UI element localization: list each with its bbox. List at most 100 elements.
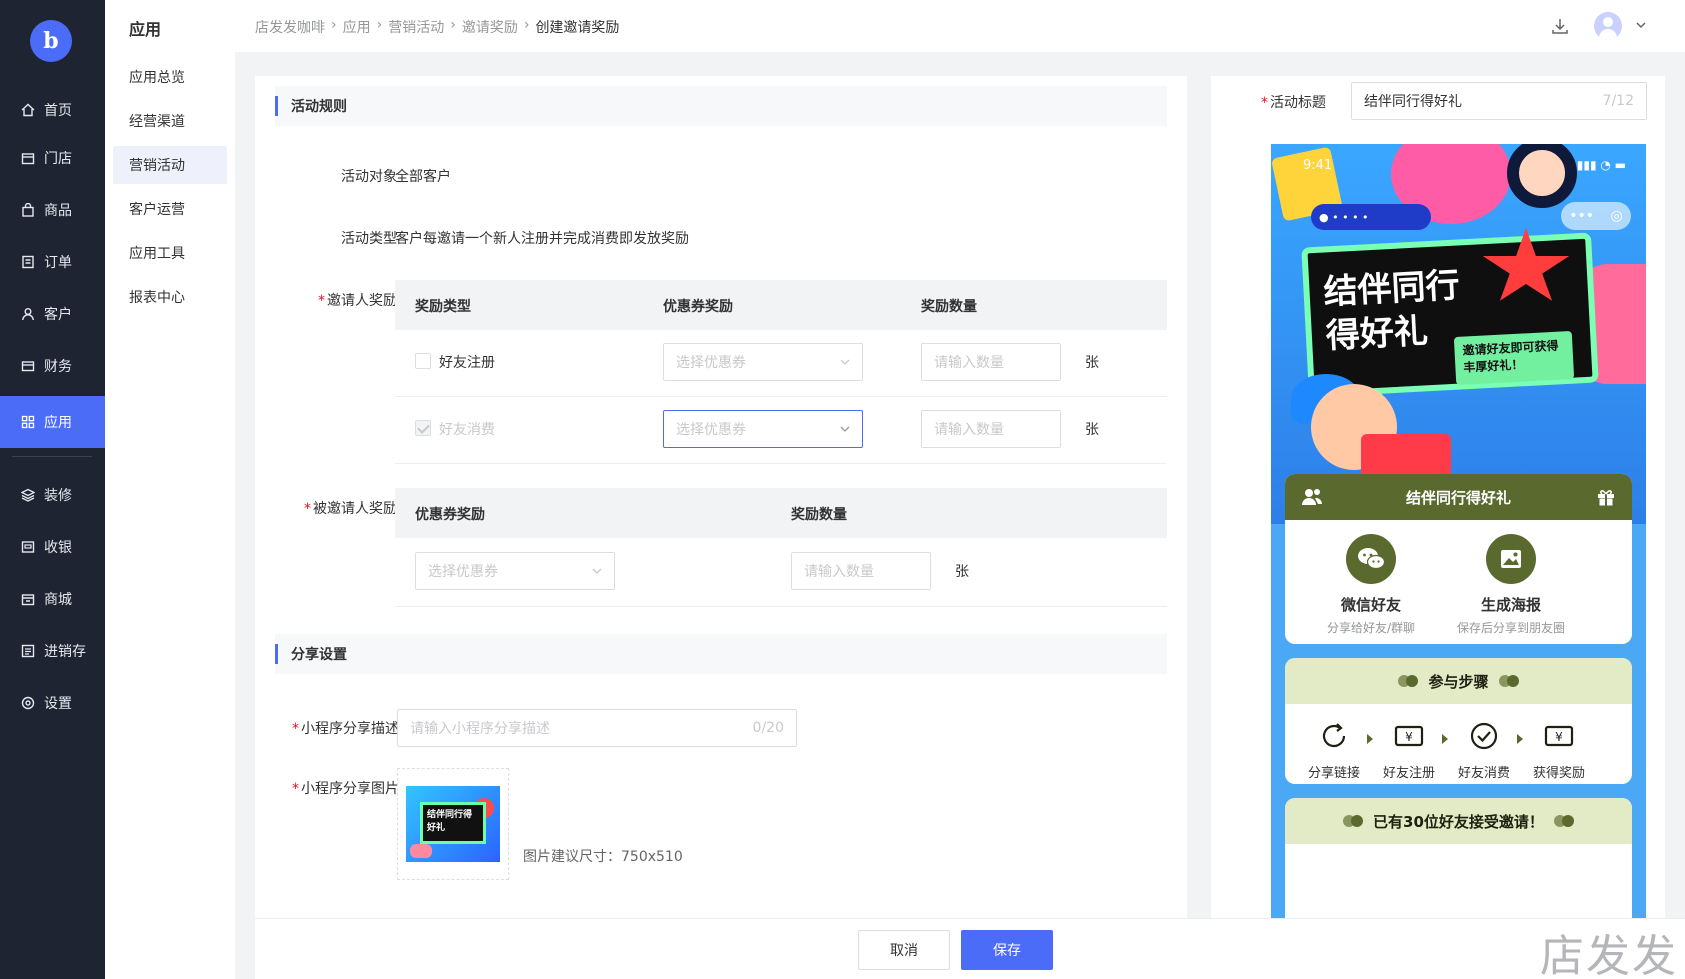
unit-label: 张	[955, 564, 969, 580]
breadcrumb-item[interactable]: 店发发咖啡	[255, 17, 325, 37]
nav-label: 门店	[44, 151, 72, 167]
subnav-item-tools[interactable]: 应用工具	[113, 234, 227, 272]
home-icon	[20, 102, 36, 118]
target-label: 活动对象	[341, 169, 397, 185]
th-reward-type: 奖励类型	[415, 299, 471, 315]
nav-item-goods[interactable]: 商品	[0, 184, 105, 236]
subnav-item-overview[interactable]: 应用总览	[113, 58, 227, 96]
nav-label: 商品	[44, 203, 72, 219]
required-mark: *	[304, 501, 311, 517]
subnav-item-marketing[interactable]: 营销活动	[113, 146, 227, 184]
qty-input-consume[interactable]: 请输入数量	[921, 410, 1061, 448]
nav-item-finance[interactable]: 财务	[0, 340, 105, 392]
footer-bar: 取消 保存	[255, 918, 1685, 979]
step-label: 分享链接	[1307, 766, 1360, 781]
share-option-wechat[interactable]: 微信好友 分享给好友/群聊	[1301, 534, 1441, 636]
gift-icon	[1598, 490, 1614, 506]
save-button[interactable]: 保存	[961, 930, 1053, 970]
nav-label: 应用	[44, 415, 72, 431]
status-icons: ▮▮▮ ◔ ▬	[1576, 158, 1626, 172]
nav-item-apps[interactable]: 应用	[0, 396, 105, 448]
sub-nav: 应用 应用总览 经营渠道 营销活动 客户运营 应用工具 报表中心	[105, 0, 235, 979]
breadcrumb-item[interactable]: 营销活动	[388, 17, 444, 37]
subnav-item-customer-ops[interactable]: 客户运营	[113, 190, 227, 228]
cancel-button[interactable]: 取消	[858, 930, 950, 970]
unit-label: 张	[1085, 355, 1099, 371]
share-option-title: 生成海报	[1480, 596, 1541, 614]
nav-item-customers[interactable]: 客户	[0, 288, 105, 340]
chevron-down-icon[interactable]	[1634, 18, 1648, 32]
step-get-reward: ¥ 获得奖励	[1524, 720, 1594, 781]
th-reward-qty: 奖励数量	[791, 507, 847, 523]
input-placeholder: 请输入数量	[804, 564, 874, 580]
layers-icon	[20, 487, 36, 503]
check-circle-icon	[1470, 722, 1498, 750]
required-mark: *	[1261, 95, 1268, 111]
nav-item-settings[interactable]: 设置	[0, 677, 105, 729]
inviter-reward-label: * 邀请人奖励	[275, 290, 397, 310]
chevron-down-icon	[840, 426, 850, 432]
coupon-select-register[interactable]: 选择优惠券	[663, 343, 863, 381]
inviter-label-text: 邀请人奖励	[327, 293, 397, 309]
invite-header: 已有30位好友接受邀请！	[1285, 798, 1632, 844]
friend-consume-checkbox[interactable]	[415, 420, 431, 436]
nav-item-orders[interactable]: 订单	[0, 236, 105, 288]
step-arrow-icon	[1517, 734, 1523, 744]
chevron-down-icon	[840, 359, 850, 365]
watermark: 店发发	[1540, 931, 1678, 979]
required-mark: *	[318, 293, 325, 309]
input-placeholder: 请输入数量	[934, 355, 1004, 371]
nav-label: 首页	[44, 103, 72, 119]
steps-title: 参与步骤	[1428, 672, 1489, 691]
nav-item-mall[interactable]: 商城	[0, 573, 105, 625]
nav-item-inventory[interactable]: 进销存	[0, 625, 105, 677]
invite-count-card: 已有30位好友接受邀请！	[1285, 798, 1632, 918]
download-icon[interactable]	[1550, 16, 1570, 36]
qty-input-register[interactable]: 请输入数量	[921, 343, 1061, 381]
th-coupon-reward: 优惠券奖励	[663, 299, 733, 315]
cashier-icon	[20, 539, 36, 555]
breadcrumb-item[interactable]: 邀请奖励	[462, 17, 518, 37]
input-placeholder: 请输入小程序分享描述	[410, 721, 550, 737]
step-friend-register: ¥ 好友注册	[1374, 720, 1444, 781]
nav-item-home[interactable]: 首页	[0, 84, 105, 136]
status-time: 9:41	[1303, 158, 1333, 173]
miniprogram-capsule[interactable]: ••• ◎	[1561, 202, 1631, 230]
nav-item-decor[interactable]: 装修	[0, 469, 105, 521]
inventory-icon	[20, 643, 36, 659]
coupon-select-consume[interactable]: 选择优惠券	[663, 410, 863, 448]
activity-title-input[interactable]: 结伴同行得好礼 7/12	[1351, 82, 1647, 120]
share-option-poster[interactable]: 生成海报 保存后分享到朋友圈	[1441, 534, 1581, 636]
invitee-qty-input[interactable]: 请输入数量	[791, 552, 931, 590]
breadcrumb-item[interactable]: 应用	[343, 17, 371, 37]
app-logo[interactable]: b	[30, 20, 72, 62]
friend-register-checkbox[interactable]	[415, 353, 431, 369]
share-desc-input[interactable]: 请输入小程序分享描述 0/20	[397, 709, 797, 747]
dots-decor	[1553, 815, 1574, 827]
nav-label: 收银	[44, 540, 72, 556]
promo-banner: 9:41 ▮▮▮ ◔ ▬ ••• ◎ ● • • • • 结伴同行 得好礼 邀请…	[1271, 144, 1646, 524]
row-divider	[395, 606, 1167, 607]
breadcrumb-current: 创建邀请奖励	[535, 20, 620, 36]
avatar[interactable]	[1594, 12, 1622, 40]
nav-label: 财务	[44, 359, 72, 375]
subnav-title: 应用	[129, 20, 162, 39]
share-card: 结伴同行得好礼 微信好友 分享给好友/群聊 生成海报 保存后分享到朋友圈	[1285, 474, 1632, 644]
svg-text:¥: ¥	[1405, 730, 1413, 744]
step-label: 好友消费	[1457, 766, 1510, 781]
nav-label: 进销存	[44, 644, 86, 660]
type-label: 活动类型	[341, 231, 397, 247]
store-icon	[20, 150, 36, 166]
section-share-header: 分享设置	[275, 634, 1167, 674]
share-image-upload[interactable]: 结伴同行得好礼	[397, 768, 509, 880]
invitee-coupon-select[interactable]: 选择优惠券	[415, 552, 615, 590]
steps-header: 参与步骤	[1285, 658, 1632, 704]
steps-card: 参与步骤 分享链接 ¥ 好友注册 好友消费 ¥ 获得奖励	[1285, 658, 1632, 784]
nav-item-store[interactable]: 门店	[0, 132, 105, 184]
dots-decor	[1398, 675, 1419, 687]
top-bar: 店发发咖啡 › 应用 › 营销活动 › 邀请奖励 › 创建邀请奖励	[235, 0, 1685, 52]
nav-item-cashier[interactable]: 收银	[0, 521, 105, 573]
subnav-item-channels[interactable]: 经营渠道	[113, 102, 227, 140]
breadcrumb: 店发发咖啡 › 应用 › 营销活动 › 邀请奖励 › 创建邀请奖励	[255, 17, 619, 37]
subnav-item-reports[interactable]: 报表中心	[113, 278, 227, 316]
